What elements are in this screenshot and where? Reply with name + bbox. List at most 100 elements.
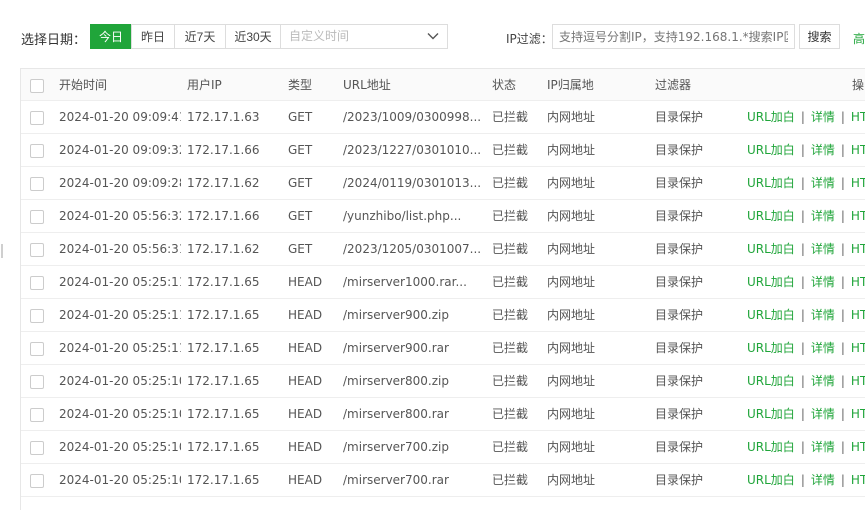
url-whitelist-link[interactable]: URL加白 (747, 209, 795, 223)
cell-type: HEAD (288, 308, 323, 322)
row-checkbox[interactable] (30, 408, 44, 422)
cell-url: /mirserver800.rar (343, 407, 449, 421)
table-row: 2024-01-20 05:56:32 172.17.1.66 GET/yunzhi… (21, 200, 865, 233)
row-checkbox[interactable] (30, 144, 44, 158)
cell-start-time: 2024-01-20 05:25:11 (59, 341, 181, 355)
cell-status: 已拦截 (492, 308, 529, 322)
cell-actions: URL加白 | 详情 | HTT (747, 365, 865, 397)
http-link[interactable]: HTT (851, 242, 865, 256)
cell-actions: URL加白 | 详情 | HTT (747, 167, 865, 199)
http-link[interactable]: HTT (851, 110, 865, 124)
url-whitelist-link[interactable]: URL加白 (747, 440, 795, 454)
cell-start-time: 2024-01-20 05:25:11 (59, 308, 181, 322)
date-today-button[interactable]: 今日 (90, 24, 132, 49)
url-whitelist-link[interactable]: URL加白 (747, 407, 795, 421)
panel-grip[interactable] (1, 244, 3, 258)
url-whitelist-link[interactable]: URL加白 (747, 473, 795, 487)
date-30days-button[interactable]: 近30天 (225, 24, 281, 49)
details-link[interactable]: 详情 (811, 143, 835, 157)
custom-time-picker[interactable]: 自定义时间 (280, 24, 448, 49)
cell-ip-location: 内网地址 (547, 176, 596, 190)
table-row: 2024-01-20 05:25:10 172.17.1.65 HEAD/mirse… (21, 398, 865, 431)
cell-ip-location: 内网地址 (547, 374, 596, 388)
http-link[interactable]: HTT (851, 473, 865, 487)
http-link[interactable]: HTT (851, 440, 865, 454)
details-link[interactable]: 详情 (811, 242, 835, 256)
details-link[interactable]: 详情 (811, 374, 835, 388)
row-checkbox[interactable] (30, 441, 44, 455)
cell-user-ip: 172.17.1.65 (187, 374, 260, 388)
cell-filter: 目录保护 (655, 341, 704, 355)
url-whitelist-link[interactable]: URL加白 (747, 374, 795, 388)
details-link[interactable]: 详情 (811, 440, 835, 454)
row-checkbox[interactable] (30, 276, 44, 290)
url-whitelist-link[interactable]: URL加白 (747, 143, 795, 157)
cell-status: 已拦截 (492, 176, 529, 190)
action-separator: | (840, 440, 845, 454)
advanced-link[interactable]: 高 (853, 30, 865, 47)
details-link[interactable]: 详情 (811, 176, 835, 190)
cell-ip-location: 内网地址 (547, 308, 596, 322)
http-link[interactable]: HTT (851, 176, 865, 190)
cell-user-ip: 172.17.1.65 (187, 407, 260, 421)
http-link[interactable]: HTT (851, 308, 865, 322)
action-separator: | (840, 308, 845, 322)
row-checkbox[interactable] (30, 309, 44, 323)
cell-status: 已拦截 (492, 275, 529, 289)
details-link[interactable]: 详情 (811, 275, 835, 289)
select-all-checkbox[interactable] (30, 79, 44, 93)
cell-status: 已拦截 (492, 407, 529, 421)
cell-start-time: 2024-01-20 05:25:10 (59, 374, 181, 388)
cell-ip-location: 内网地址 (547, 473, 596, 487)
cell-start-time: 2024-01-20 05:56:32 (59, 209, 181, 223)
details-link[interactable]: 详情 (811, 407, 835, 421)
http-link[interactable]: HTT (851, 275, 865, 289)
row-checkbox[interactable] (30, 342, 44, 356)
cell-start-time: 2024-01-20 05:25:10 (59, 473, 181, 487)
row-checkbox[interactable] (30, 375, 44, 389)
cell-start-time: 2024-01-20 05:25:11 (59, 275, 181, 289)
url-whitelist-link[interactable]: URL加白 (747, 308, 795, 322)
date-7days-button[interactable]: 近7天 (174, 24, 226, 49)
cell-type: HEAD (288, 407, 323, 421)
row-checkbox[interactable] (30, 111, 44, 125)
cell-start-time: 2024-01-20 05:25:10 (59, 440, 181, 454)
cell-user-ip: 172.17.1.66 (187, 209, 260, 223)
cell-status: 已拦截 (492, 110, 529, 124)
url-whitelist-link[interactable]: URL加白 (747, 176, 795, 190)
http-link[interactable]: HTT (851, 407, 865, 421)
cell-actions: URL加白 | 详情 | HTT (747, 266, 865, 298)
http-link[interactable]: HTT (851, 143, 865, 157)
cell-url: /yunzhibo/list.php... (343, 209, 462, 223)
http-link[interactable]: HTT (851, 374, 865, 388)
details-link[interactable]: 详情 (811, 341, 835, 355)
url-whitelist-link[interactable]: URL加白 (747, 341, 795, 355)
url-whitelist-link[interactable]: URL加白 (747, 110, 795, 124)
action-separator: | (840, 242, 845, 256)
table-header-row: 开始时间 用户IP 类型 URL地址 状态 IP归属地 过滤器 操 (21, 69, 865, 101)
url-whitelist-link[interactable]: URL加白 (747, 275, 795, 289)
details-link[interactable]: 详情 (811, 473, 835, 487)
row-checkbox[interactable] (30, 177, 44, 191)
row-checkbox[interactable] (30, 210, 44, 224)
details-link[interactable]: 详情 (811, 110, 835, 124)
search-button[interactable]: 搜索 (799, 24, 840, 49)
col-actions: 操 (852, 78, 865, 92)
url-whitelist-link[interactable]: URL加白 (747, 242, 795, 256)
date-yesterday-button[interactable]: 昨日 (131, 24, 175, 49)
row-checkbox[interactable] (30, 243, 44, 257)
cell-ip-location: 内网地址 (547, 209, 596, 223)
cell-url: /mirserver700.rar (343, 473, 449, 487)
http-link[interactable]: HTT (851, 209, 865, 223)
cell-type: GET (288, 209, 313, 223)
details-link[interactable]: 详情 (811, 209, 835, 223)
ip-filter-input[interactable] (552, 24, 795, 49)
cell-user-ip: 172.17.1.65 (187, 473, 260, 487)
row-checkbox[interactable] (30, 474, 44, 488)
cell-url: /2023/1009/0300998... (343, 110, 482, 124)
details-link[interactable]: 详情 (811, 308, 835, 322)
cell-filter: 目录保护 (655, 374, 704, 388)
cell-filter: 目录保护 (655, 275, 704, 289)
intercept-log-table: 开始时间 用户IP 类型 URL地址 状态 IP归属地 过滤器 操 2024-0… (20, 68, 865, 510)
http-link[interactable]: HTT (851, 341, 865, 355)
